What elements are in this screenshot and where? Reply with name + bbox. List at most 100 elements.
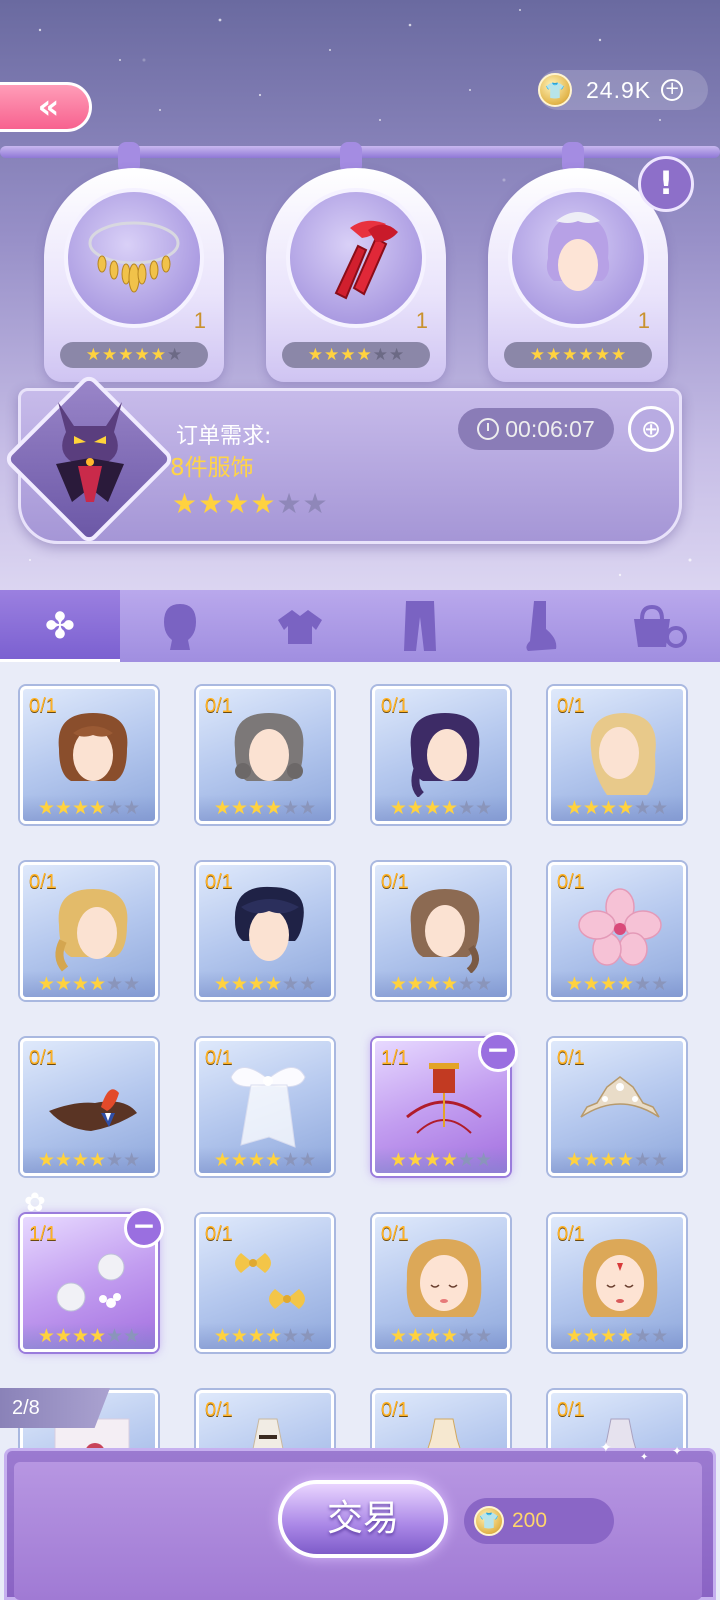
star-icon: ★ bbox=[89, 1324, 107, 1347]
back-button[interactable]: « bbox=[0, 82, 92, 132]
tab-top[interactable] bbox=[240, 590, 360, 662]
item-card[interactable]: 0/1 ★ ★ ★ ★ ★ ★ bbox=[372, 862, 510, 1000]
star-empty-icon: ★ bbox=[651, 1148, 669, 1171]
star-icon: ★ bbox=[599, 796, 617, 819]
featured-item-necklace[interactable]: 1 ★ ★ ★ ★ ★ ★ bbox=[44, 168, 224, 382]
star-icon: ★ bbox=[582, 1324, 600, 1347]
star-icon: ★ bbox=[617, 796, 635, 819]
add-currency-button[interactable]: + bbox=[661, 79, 684, 101]
star-icon: ★ bbox=[85, 344, 101, 365]
blonde-updo-hair-icon bbox=[55, 889, 128, 972]
star-rating: ★ ★ ★ ★ ★ ★ bbox=[551, 1147, 683, 1173]
star-empty-icon: ★ bbox=[634, 972, 652, 995]
info-button[interactable]: ! bbox=[638, 156, 694, 212]
item-card[interactable]: 0/1 ★ ★ ★ ★ ★ ★ bbox=[196, 1214, 334, 1352]
star-empty-icon: ★ bbox=[123, 1148, 141, 1171]
item-card[interactable]: 0/1 ★ ★ ★ ★ ★ ★ bbox=[196, 862, 334, 1000]
star-rating: ★ ★ ★ ★ ★ ★ bbox=[375, 971, 507, 997]
star-icon: ★ bbox=[172, 487, 198, 520]
purple-braid-hair-icon bbox=[410, 713, 480, 797]
item-count: 1 bbox=[193, 308, 206, 333]
star-icon: ★ bbox=[230, 1324, 248, 1347]
page-indicator: 2/8 bbox=[0, 1388, 110, 1428]
star-empty-icon: ★ bbox=[282, 972, 300, 995]
star-icon: ★ bbox=[578, 344, 594, 365]
star-icon: ★ bbox=[54, 796, 72, 819]
star-icon: ★ bbox=[71, 1324, 89, 1347]
bag-ring-icon bbox=[634, 604, 687, 648]
featured-item-gloves[interactable]: 1 ★ ★ ★ ★ ★ ★ bbox=[266, 168, 446, 382]
red-gloves-icon bbox=[334, 220, 398, 300]
star-icon: ★ bbox=[406, 1148, 424, 1171]
star-icon: ★ bbox=[562, 344, 578, 365]
tab-bottom[interactable] bbox=[360, 590, 480, 662]
star-icon: ★ bbox=[599, 972, 617, 995]
star-icon: ★ bbox=[102, 344, 118, 365]
gold-necklace-icon bbox=[88, 221, 180, 293]
star-empty-icon: ★ bbox=[634, 1148, 652, 1171]
item-card[interactable]: 0/1 ★ ★ ★ ★ ★ ★ bbox=[372, 1214, 510, 1352]
item-card[interactable]: 0/1 ★ ★ ★ ★ ★ ★ bbox=[548, 1038, 686, 1176]
star-rating: ★ ★ ★ ★ ★ ★ bbox=[375, 1323, 507, 1349]
item-card[interactable]: 0/1 ★ ★ ★ ★ ★ ★ bbox=[196, 686, 334, 824]
star-empty-icon: ★ bbox=[389, 344, 405, 365]
star-icon: ★ bbox=[617, 1148, 635, 1171]
item-card[interactable]: 0/1 ★ ★ ★ ★ ★ ★ bbox=[548, 686, 686, 824]
tab-all[interactable]: ✤ bbox=[0, 590, 120, 662]
featured-item-hair[interactable]: 1 ★ ★ ★ ★ ★ ★ bbox=[488, 168, 668, 382]
star-empty-icon: ★ bbox=[372, 344, 388, 365]
star-empty-icon: ★ bbox=[475, 1324, 493, 1347]
star-rating: ★ ★ ★ ★ ★ ★ bbox=[551, 971, 683, 997]
speedup-button[interactable]: ⊕ bbox=[628, 406, 674, 452]
remove-item-button[interactable]: − bbox=[124, 1208, 164, 1248]
star-icon: ★ bbox=[213, 972, 231, 995]
star-empty-icon: ★ bbox=[475, 972, 493, 995]
star-empty-icon: ★ bbox=[106, 972, 124, 995]
star-rating: ★ ★ ★ ★ ★ ★ bbox=[199, 795, 331, 821]
star-empty-icon: ★ bbox=[106, 1148, 124, 1171]
order-label: 订单需求: bbox=[176, 424, 272, 449]
tab-accessories[interactable] bbox=[600, 590, 720, 662]
star-icon: ★ bbox=[89, 1148, 107, 1171]
star-icon: ★ bbox=[546, 344, 562, 365]
pink-flower-icon bbox=[578, 888, 662, 966]
star-icon: ★ bbox=[71, 1148, 89, 1171]
item-count: 1 bbox=[415, 308, 428, 333]
white-bow-veil-icon bbox=[230, 1067, 306, 1148]
star-icon: ★ bbox=[582, 972, 600, 995]
star-rating: ★ ★ ★ ★ ★ ★ bbox=[199, 1323, 331, 1349]
bicorne-hat-icon bbox=[49, 1089, 137, 1131]
star-icon: ★ bbox=[247, 796, 265, 819]
star-rating: ★ ★ ★ ★ ★ ★ bbox=[23, 1147, 155, 1173]
silver-tiara-icon bbox=[580, 1076, 660, 1118]
star-empty-icon: ★ bbox=[106, 796, 124, 819]
item-card[interactable]: 0/1 ★ ★ ★ ★ ★ ★ bbox=[548, 1214, 686, 1352]
star-icon: ★ bbox=[389, 1324, 407, 1347]
item-card[interactable]: 0/1 ★ ★ ★ ★ ★ ★ bbox=[20, 686, 158, 824]
star-empty-icon: ★ bbox=[282, 1324, 300, 1347]
item-card[interactable]: 0/1 ★ ★ ★ ★ ★ ★ bbox=[20, 1038, 158, 1176]
bat-customer-icon bbox=[56, 402, 124, 502]
star-icon: ★ bbox=[54, 1148, 72, 1171]
item-card[interactable]: 0/1 ★ ★ ★ ★ ★ ★ bbox=[548, 862, 686, 1000]
tab-shoes[interactable] bbox=[480, 590, 600, 662]
star-empty-icon: ★ bbox=[167, 344, 183, 365]
star-icon: ★ bbox=[118, 344, 134, 365]
item-card[interactable]: 0/1 ★ ★ ★ ★ ★ ★ bbox=[20, 862, 158, 1000]
sparkle-icon: ✦ bbox=[600, 1440, 612, 1456]
star-icon: ★ bbox=[582, 1148, 600, 1171]
item-card[interactable]: 0/1 ★ ★ ★ ★ ★ ★ bbox=[372, 686, 510, 824]
star-icon: ★ bbox=[250, 487, 276, 520]
item-card[interactable]: 0/1 ★ ★ ★ ★ ★ ★ bbox=[196, 1038, 334, 1176]
star-rating: ★ ★ ★ ★ ★ ★ bbox=[504, 342, 652, 368]
trade-button[interactable]: 交易 bbox=[278, 1480, 448, 1558]
items-grid: 0/1 ★ ★ ★ ★ ★ ★ 0/1 ★ ★ ★ ★ ★ ★ 0/1 ★ ★ ★ ★ ★ ★ bbox=[20, 686, 700, 1528]
star-rating: ★ ★ ★ ★ ★ ★ bbox=[375, 795, 507, 821]
tab-hair[interactable] bbox=[120, 590, 240, 662]
star-rating: ★ ★ ★ ★ ★ ★ bbox=[551, 795, 683, 821]
star-icon: ★ bbox=[198, 487, 224, 520]
star-icon: ★ bbox=[599, 1148, 617, 1171]
remove-item-button[interactable]: − bbox=[478, 1032, 518, 1072]
brown-low-hair-icon bbox=[410, 889, 480, 973]
star-icon: ★ bbox=[389, 796, 407, 819]
